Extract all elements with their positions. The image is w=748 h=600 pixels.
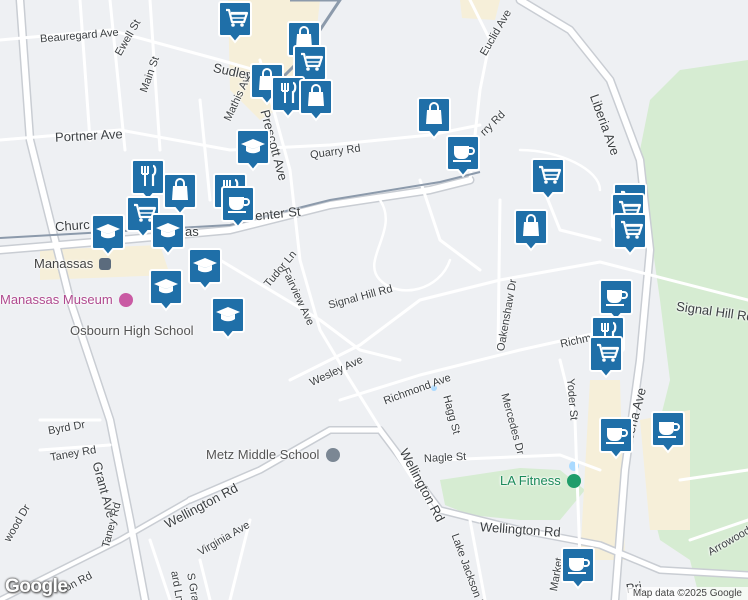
cart-icon — [589, 336, 623, 379]
map-marker[interactable] — [210, 296, 246, 340]
map-marker[interactable] — [187, 247, 223, 291]
shopping-bag-icon — [299, 79, 333, 122]
place-name: Osbourn High School — [70, 323, 194, 338]
map-marker[interactable] — [90, 213, 126, 257]
place-name: Manassas Museum — [0, 292, 113, 307]
graduation-cap-icon — [151, 213, 185, 256]
street-label: Churc — [54, 216, 91, 235]
map-marker[interactable] — [530, 157, 566, 201]
place-name: Manassas — [34, 256, 94, 271]
map-marker[interactable] — [650, 410, 686, 454]
cart-icon — [613, 213, 647, 256]
cart-icon — [218, 0, 252, 44]
shopping-bag-icon — [514, 209, 548, 252]
coffee-cup-icon — [221, 186, 255, 229]
shopping-bag-icon — [163, 173, 197, 216]
coffee-cup-icon — [599, 417, 633, 460]
map-marker[interactable] — [150, 212, 186, 256]
place-name: Metz Middle School — [206, 447, 320, 462]
place-label-museum[interactable]: Manassas Museum — [0, 292, 134, 307]
google-logo: Google — [5, 576, 68, 597]
map-marker[interactable] — [162, 172, 198, 216]
map-marker[interactable] — [445, 134, 481, 178]
map-marker[interactable] — [217, 0, 253, 44]
map-marker[interactable] — [612, 212, 648, 256]
coffee-cup-icon — [561, 547, 595, 590]
map-marker[interactable] — [298, 78, 334, 122]
street-label: Nagle St — [423, 450, 467, 466]
place-label-la-fitness[interactable]: LA Fitness — [500, 473, 582, 488]
map-marker[interactable] — [220, 185, 256, 229]
map-canvas[interactable]: Beauregard Ave Ewell St Main St Mathis A… — [0, 0, 748, 600]
place-label-metz[interactable]: Metz Middle School — [206, 447, 341, 462]
map-marker[interactable] — [513, 208, 549, 252]
map-marker[interactable] — [148, 268, 184, 312]
gym-icon — [567, 474, 582, 488]
cart-icon — [531, 158, 565, 201]
map-marker[interactable] — [560, 546, 596, 590]
graduation-cap-icon — [236, 129, 270, 172]
museum-icon — [119, 293, 134, 307]
map-attribution[interactable]: Map data ©2025 Google — [626, 587, 748, 600]
place-label-manassas[interactable]: Manassas — [34, 256, 111, 271]
place-label-osbourn[interactable]: Osbourn High School — [70, 323, 194, 338]
train-station-icon — [98, 258, 111, 270]
graduation-cap-icon — [91, 214, 125, 257]
school-icon — [326, 448, 341, 462]
graduation-cap-icon — [149, 269, 183, 312]
place-name: LA Fitness — [500, 473, 561, 488]
coffee-cup-icon — [651, 411, 685, 454]
map-marker[interactable] — [235, 128, 271, 172]
graduation-cap-icon — [188, 248, 222, 291]
graduation-cap-icon — [211, 297, 245, 340]
map-marker[interactable] — [588, 335, 624, 379]
map-marker[interactable] — [598, 416, 634, 460]
coffee-cup-icon — [446, 135, 480, 178]
